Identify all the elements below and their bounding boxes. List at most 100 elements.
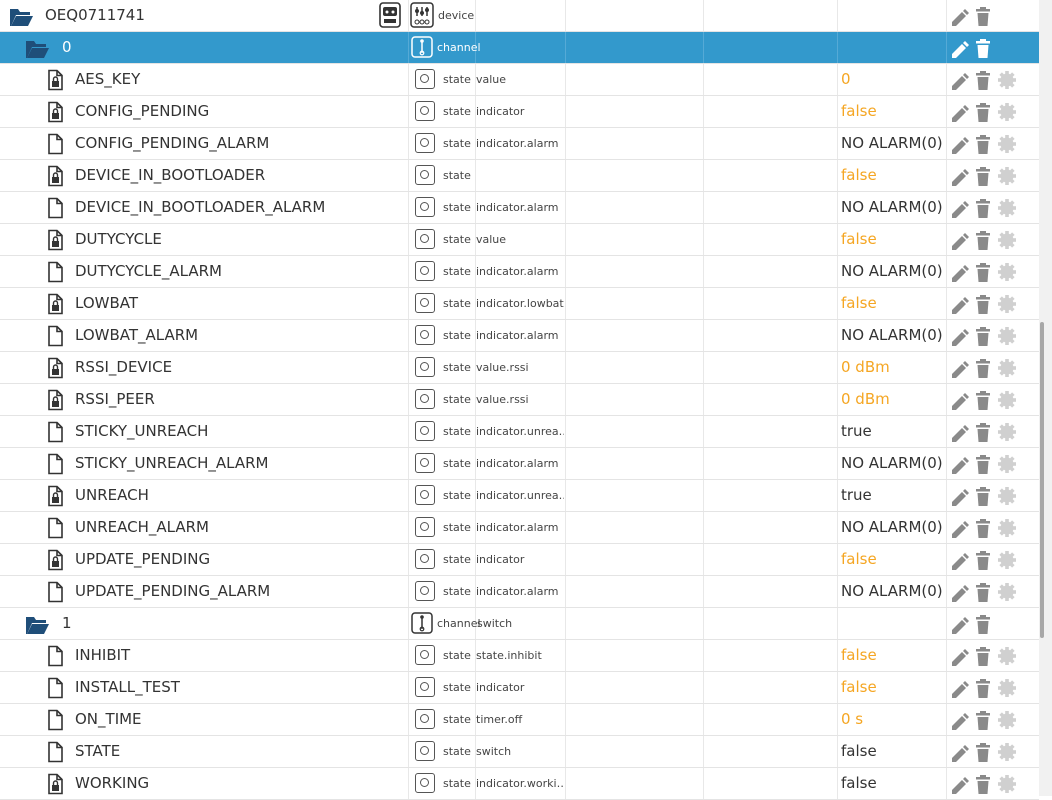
delete-button[interactable]: [973, 166, 993, 191]
edit-button[interactable]: [949, 614, 969, 639]
settings-button[interactable]: [997, 742, 1017, 767]
state-value[interactable]: true: [841, 480, 872, 511]
state-value[interactable]: false: [841, 544, 877, 575]
settings-button[interactable]: [997, 518, 1017, 543]
settings-button[interactable]: [997, 390, 1017, 415]
state-row[interactable]: INSTALL_TEST state indicator false: [0, 672, 1039, 704]
settings-button[interactable]: [997, 70, 1017, 95]
delete-button[interactable]: [973, 710, 993, 735]
edit-button[interactable]: [949, 742, 969, 767]
state-row[interactable]: UNREACH_ALARM state indicator.alarm NO ALAR…: [0, 512, 1039, 544]
settings-button[interactable]: [997, 678, 1017, 703]
delete-button[interactable]: [973, 38, 993, 63]
state-row[interactable]: CONFIG_PENDING state indicator false: [0, 96, 1039, 128]
state-value[interactable]: false: [841, 224, 877, 255]
state-value[interactable]: 0: [841, 64, 851, 95]
channel-row[interactable]: 0 channel: [0, 32, 1039, 64]
edit-button[interactable]: [949, 550, 969, 575]
delete-button[interactable]: [973, 358, 993, 383]
state-row[interactable]: WORKING state indicator.worki… false: [0, 768, 1039, 800]
state-row[interactable]: INHIBIT state state.inhibit false: [0, 640, 1039, 672]
vertical-scrollbar[interactable]: [1039, 0, 1052, 796]
edit-button[interactable]: [949, 454, 969, 479]
state-value[interactable]: 0 dBm: [841, 352, 890, 383]
edit-button[interactable]: [949, 6, 969, 31]
edit-button[interactable]: [949, 198, 969, 223]
delete-button[interactable]: [973, 678, 993, 703]
delete-button[interactable]: [973, 518, 993, 543]
state-value[interactable]: NO ALARM(0): [841, 512, 943, 543]
delete-button[interactable]: [973, 582, 993, 607]
state-value[interactable]: NO ALARM(0): [841, 192, 943, 223]
state-row[interactable]: RSSI_DEVICE state value.rssi 0 dBm: [0, 352, 1039, 384]
state-row[interactable]: UPDATE_PENDING_ALARM state indicator.alarm…: [0, 576, 1039, 608]
state-value[interactable]: false: [841, 672, 877, 703]
edit-button[interactable]: [949, 262, 969, 287]
settings-button[interactable]: [997, 230, 1017, 255]
delete-button[interactable]: [973, 198, 993, 223]
state-value[interactable]: 0 s: [841, 704, 863, 735]
edit-button[interactable]: [949, 294, 969, 319]
state-row[interactable]: STATE state switch false: [0, 736, 1039, 768]
delete-button[interactable]: [973, 102, 993, 127]
folder-open-icon[interactable]: [24, 36, 50, 64]
settings-button[interactable]: [997, 294, 1017, 319]
state-row[interactable]: LOWBAT state indicator.lowbat false: [0, 288, 1039, 320]
settings-button[interactable]: [997, 262, 1017, 287]
edit-button[interactable]: [949, 102, 969, 127]
delete-button[interactable]: [973, 70, 993, 95]
settings-button[interactable]: [997, 326, 1017, 351]
state-row[interactable]: DUTYCYCLE state value false: [0, 224, 1039, 256]
state-value[interactable]: false: [841, 768, 877, 799]
state-row[interactable]: UPDATE_PENDING state indicator false: [0, 544, 1039, 576]
settings-button[interactable]: [997, 166, 1017, 191]
edit-button[interactable]: [949, 710, 969, 735]
delete-button[interactable]: [973, 326, 993, 351]
delete-button[interactable]: [973, 550, 993, 575]
state-row[interactable]: STICKY_UNREACH state indicator.unrea… true: [0, 416, 1039, 448]
state-row[interactable]: RSSI_PEER state value.rssi 0 dBm: [0, 384, 1039, 416]
edit-button[interactable]: [949, 166, 969, 191]
delete-button[interactable]: [973, 646, 993, 671]
delete-button[interactable]: [973, 774, 993, 799]
state-value[interactable]: true: [841, 416, 872, 447]
state-value[interactable]: NO ALARM(0): [841, 576, 943, 607]
state-value[interactable]: 0 dBm: [841, 384, 890, 415]
settings-button[interactable]: [997, 454, 1017, 479]
edit-button[interactable]: [949, 230, 969, 255]
state-row[interactable]: AES_KEY state value 0: [0, 64, 1039, 96]
delete-button[interactable]: [973, 230, 993, 255]
device-row[interactable]: OEQ0711741 device: [0, 0, 1039, 32]
folder-open-icon[interactable]: [24, 612, 50, 640]
state-value[interactable]: false: [841, 640, 877, 671]
state-value[interactable]: false: [841, 736, 877, 767]
state-row[interactable]: DUTYCYCLE_ALARM state indicator.alarm NO AL…: [0, 256, 1039, 288]
state-row[interactable]: STICKY_UNREACH_ALARM state indicator.alarm…: [0, 448, 1039, 480]
settings-button[interactable]: [997, 134, 1017, 159]
channel-row[interactable]: 1 channel switch: [0, 608, 1039, 640]
settings-button[interactable]: [997, 646, 1017, 671]
state-value[interactable]: NO ALARM(0): [841, 448, 943, 479]
edit-button[interactable]: [949, 70, 969, 95]
edit-button[interactable]: [949, 774, 969, 799]
state-row[interactable]: CONFIG_PENDING_ALARM state indicator.alarm…: [0, 128, 1039, 160]
state-value[interactable]: NO ALARM(0): [841, 128, 943, 159]
state-row[interactable]: LOWBAT_ALARM state indicator.alarm NO ALARM…: [0, 320, 1039, 352]
settings-button[interactable]: [997, 710, 1017, 735]
delete-button[interactable]: [973, 742, 993, 767]
state-row[interactable]: DEVICE_IN_BOOTLOADER_ALARM state indicator…: [0, 192, 1039, 224]
state-value[interactable]: false: [841, 288, 877, 319]
edit-button[interactable]: [949, 646, 969, 671]
delete-button[interactable]: [973, 134, 993, 159]
edit-button[interactable]: [949, 358, 969, 383]
settings-button[interactable]: [997, 358, 1017, 383]
delete-button[interactable]: [973, 6, 993, 31]
edit-button[interactable]: [949, 582, 969, 607]
state-value[interactable]: NO ALARM(0): [841, 320, 943, 351]
settings-button[interactable]: [997, 550, 1017, 575]
edit-button[interactable]: [949, 38, 969, 63]
state-value[interactable]: false: [841, 96, 877, 127]
edit-button[interactable]: [949, 422, 969, 447]
delete-button[interactable]: [973, 262, 993, 287]
edit-button[interactable]: [949, 390, 969, 415]
